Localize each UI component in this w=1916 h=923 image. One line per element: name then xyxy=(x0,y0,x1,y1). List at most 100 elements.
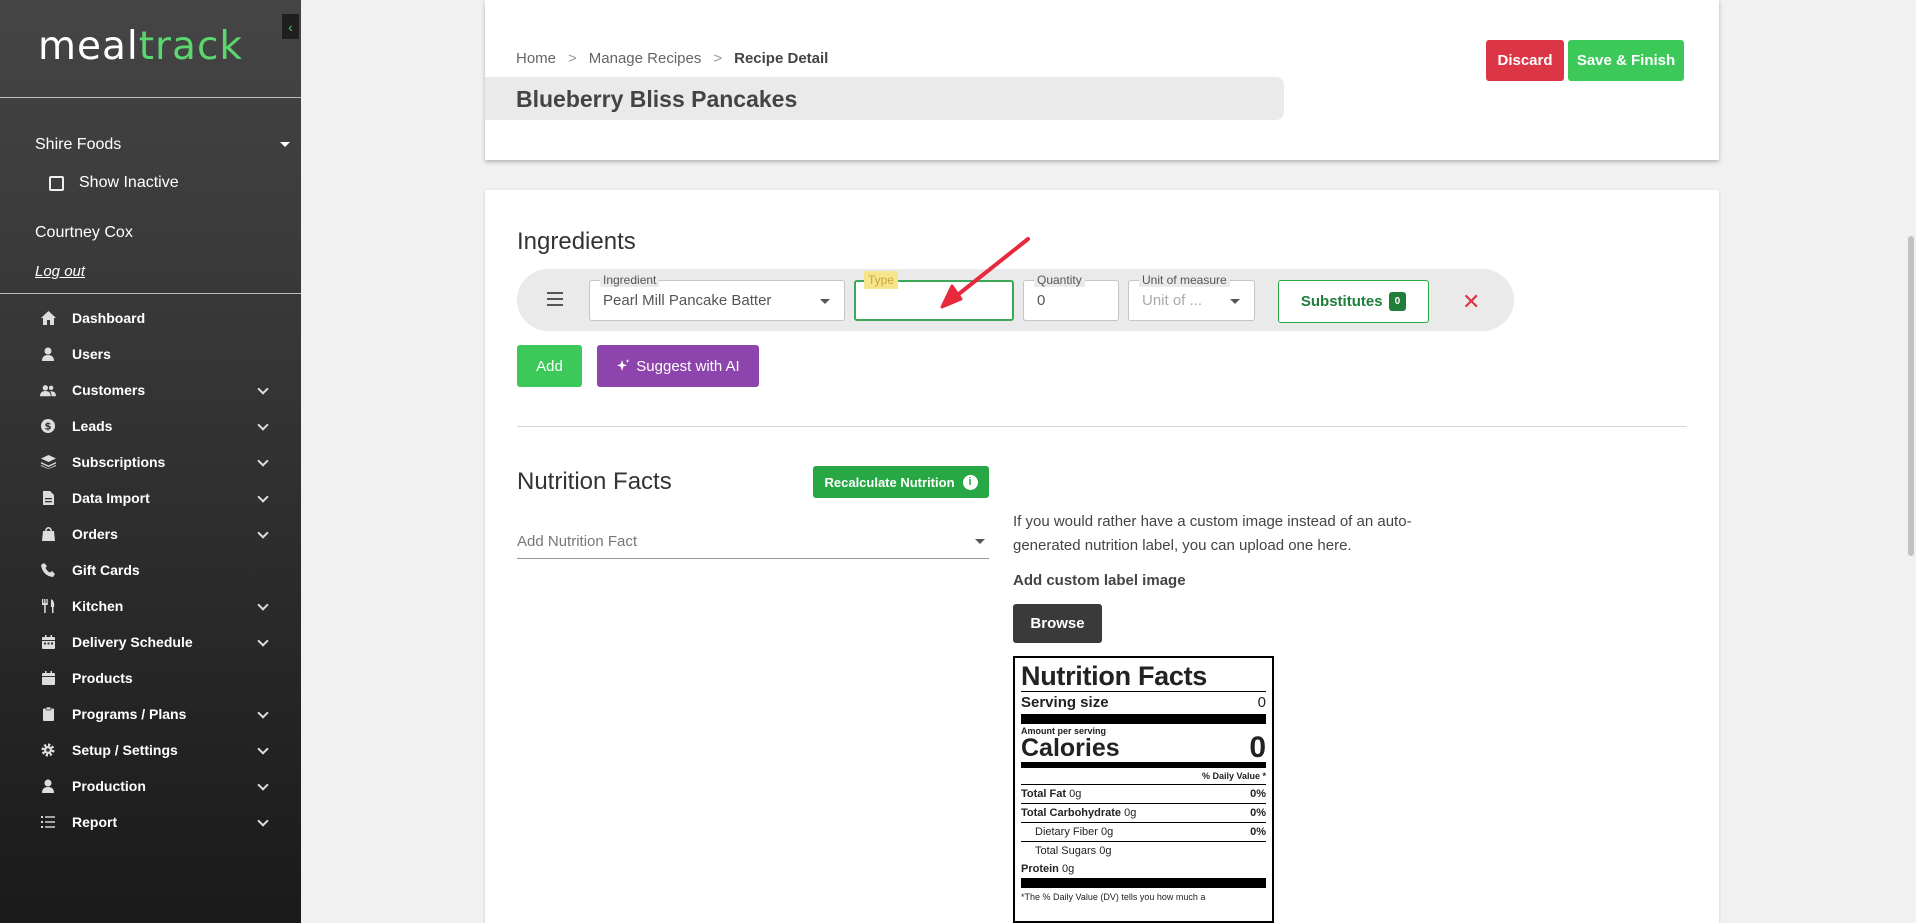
page-title: Blueberry Bliss Pancakes xyxy=(516,86,798,112)
show-inactive-label: Show Inactive xyxy=(79,174,179,191)
chevron-down-icon xyxy=(257,779,269,791)
company-name: Shire Foods xyxy=(35,136,122,153)
substitutes-label: Substitutes xyxy=(1300,293,1383,310)
user-icon xyxy=(40,346,56,362)
field-label: Ingredient xyxy=(600,273,660,287)
sidebar-item-report[interactable]: Report xyxy=(0,804,301,840)
sidebar-item-label: Programs / Plans xyxy=(72,706,187,722)
chevron-down-icon xyxy=(257,743,269,755)
sidebar-divider xyxy=(0,293,301,294)
breadcrumb-current: Recipe Detail xyxy=(734,50,829,67)
suggest-label: Suggest with AI xyxy=(636,357,740,375)
phone-icon xyxy=(40,562,56,578)
sidebar-item-programs-plans[interactable]: Programs / Plans xyxy=(0,696,301,732)
type-input[interactable]: Type xyxy=(854,271,1014,321)
sidebar-item-label: Gift Cards xyxy=(72,562,140,578)
section-divider xyxy=(517,426,1687,427)
sidebar-item-users[interactable]: Users xyxy=(0,336,301,372)
sidebar-item-leads[interactable]: $ Leads xyxy=(0,408,301,444)
sidebar-item-label: Kitchen xyxy=(72,598,124,614)
mealtrack-logo[interactable]: mealtrack xyxy=(38,24,243,69)
nf-nutrient-amount: 0g xyxy=(1061,863,1075,875)
suggest-with-ai-button[interactable]: Suggest with AI xyxy=(597,345,759,387)
recipe-body-card: Ingredients Ingredient Pearl Mill Pancak… xyxy=(485,190,1719,923)
ingredients-heading: Ingredients xyxy=(517,228,636,255)
svg-text:$: $ xyxy=(45,422,52,433)
chevron-down-icon xyxy=(257,491,269,503)
sidebar-item-label: Subscriptions xyxy=(72,454,166,470)
drag-handle-icon[interactable] xyxy=(547,292,563,306)
add-nutrition-fact-select[interactable]: Add Nutrition Fact xyxy=(517,533,989,559)
recalculate-nutrition-button[interactable]: Recalculate Nutrition i xyxy=(813,466,989,498)
caret-down-icon xyxy=(280,142,290,147)
ingredient-value: Pearl Mill Pancake Batter xyxy=(603,292,772,309)
sidebar-item-data-import[interactable]: Data Import xyxy=(0,480,301,516)
sidebar-item-setup-settings[interactable]: Setup / Settings xyxy=(0,732,301,768)
nf-nutrient-amount: 0g xyxy=(1069,788,1082,800)
remove-ingredient-icon[interactable]: ✕ xyxy=(1462,289,1480,315)
nutrition-heading: Nutrition Facts xyxy=(517,468,672,495)
sidebar-item-subscriptions[interactable]: Subscriptions xyxy=(0,444,301,480)
breadcrumb-manage-recipes[interactable]: Manage Recipes xyxy=(589,50,702,67)
sidebar-item-label: Users xyxy=(72,346,111,362)
sidebar-nav: Dashboard Users Customers $ Leads Subscr… xyxy=(0,300,301,840)
utensils-icon xyxy=(40,598,56,614)
logout-link[interactable]: Log out xyxy=(35,263,85,280)
chevron-down-icon xyxy=(257,707,269,719)
browse-button[interactable]: Browse xyxy=(1013,604,1102,643)
main-content: Home > Manage Recipes > Recipe Detail Bl… xyxy=(301,0,1916,923)
field-label: Unit of measure xyxy=(1139,273,1230,287)
chevron-left-icon: ‹ xyxy=(288,18,293,35)
nf-nutrient-name: Total Fat xyxy=(1021,788,1067,800)
sidebar: ‹ mealtrack Shire Foods Show Inactive Co… xyxy=(0,0,301,923)
chevron-down-icon xyxy=(257,599,269,611)
unit-placeholder: Unit of ... xyxy=(1142,292,1203,309)
gear-icon xyxy=(40,742,56,758)
scrollbar-thumb[interactable] xyxy=(1908,236,1914,556)
sidebar-item-label: Setup / Settings xyxy=(72,742,178,758)
chevron-down-icon xyxy=(257,419,269,431)
sidebar-item-label: Orders xyxy=(72,526,118,542)
unit-of-measure-select[interactable]: Unit of measure Unit of ... xyxy=(1128,273,1255,321)
ingredient-select[interactable]: Ingredient Pearl Mill Pancake Batter xyxy=(589,273,845,321)
discard-button[interactable]: Discard xyxy=(1486,40,1564,81)
show-inactive-toggle[interactable]: Show Inactive xyxy=(49,174,179,192)
nf-title: Nutrition Facts xyxy=(1021,661,1266,692)
nf-nutrient-amount: 0g xyxy=(1099,845,1112,857)
chevron-down-icon xyxy=(257,527,269,539)
breadcrumb-home[interactable]: Home xyxy=(516,50,556,67)
save-finish-button[interactable]: Save & Finish xyxy=(1568,40,1684,81)
sidebar-item-customers[interactable]: Customers xyxy=(0,372,301,408)
home-icon xyxy=(40,310,56,326)
nf-nutrient-name: Dietary Fiber xyxy=(1035,826,1098,838)
nutrition-facts-label: Nutrition Facts Serving size 0 Amount pe… xyxy=(1013,656,1274,923)
nf-nutrient-amount: 0g xyxy=(1101,826,1114,838)
nf-row-dietary-fiber: Dietary Fiber 0g 0% xyxy=(1021,823,1266,842)
field-label: Quantity xyxy=(1034,273,1085,287)
user-icon xyxy=(40,778,56,794)
sparkle-icon xyxy=(617,359,630,371)
page-scrollbar[interactable] xyxy=(1906,0,1916,923)
show-inactive-checkbox[interactable] xyxy=(49,175,64,191)
caret-down-icon xyxy=(820,299,830,304)
chevron-down-icon xyxy=(257,383,269,395)
company-selector[interactable]: Shire Foods xyxy=(35,136,290,154)
sidebar-item-orders[interactable]: Orders xyxy=(0,516,301,552)
quantity-input[interactable]: Quantity 0 xyxy=(1023,273,1119,321)
add-ingredient-button[interactable]: Add xyxy=(517,345,582,387)
sidebar-item-products[interactable]: Products xyxy=(0,660,301,696)
collapse-sidebar-button[interactable]: ‹ xyxy=(282,14,299,39)
substitutes-button[interactable]: Substitutes 0 xyxy=(1278,280,1429,323)
nf-nutrient-name: Protein xyxy=(1021,863,1059,875)
nf-nutrient-amount: 0g xyxy=(1124,807,1137,819)
sidebar-item-dashboard[interactable]: Dashboard xyxy=(0,300,301,336)
ingredient-row: Ingredient Pearl Mill Pancake Batter Typ… xyxy=(517,269,1514,331)
caret-down-icon xyxy=(975,539,985,544)
sidebar-item-delivery-schedule[interactable]: Delivery Schedule xyxy=(0,624,301,660)
sidebar-item-production[interactable]: Production xyxy=(0,768,301,804)
sidebar-item-gift-cards[interactable]: Gift Cards xyxy=(0,552,301,588)
sidebar-item-kitchen[interactable]: Kitchen xyxy=(0,588,301,624)
add-nutrition-fact-placeholder: Add Nutrition Fact xyxy=(517,533,638,550)
substitutes-count-badge: 0 xyxy=(1388,292,1407,311)
nf-dv-header: % Daily Value * xyxy=(1021,768,1266,785)
